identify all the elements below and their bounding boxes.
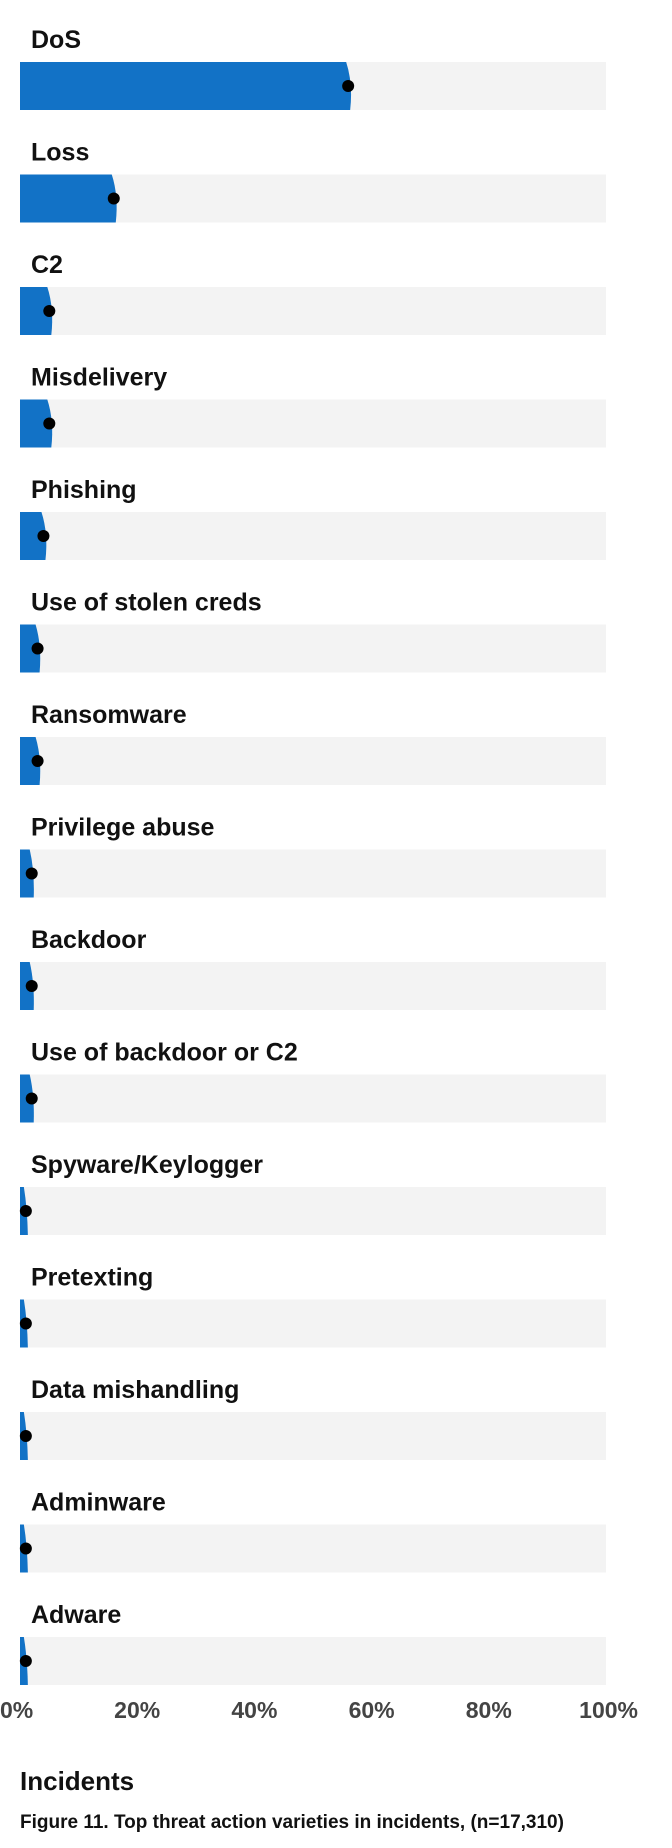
bar-marker (19, 1317, 32, 1330)
category-label: Loss (31, 139, 89, 167)
category-label: Data mishandling (31, 1376, 239, 1404)
bar-marker (37, 530, 50, 542)
bar-marker (19, 1205, 32, 1217)
bar-marker (31, 642, 44, 655)
category-label: Privilege abuse (31, 814, 215, 842)
category-label: Use of stolen creds (31, 589, 262, 617)
bar-marker (25, 980, 38, 992)
bar-marker (19, 1655, 32, 1667)
bar-marker (107, 192, 120, 205)
x-tick-label: 40% (231, 1697, 277, 1723)
chart: DoS Loss C2 Misdelivery Phishing Use of stole… (0, 26, 638, 1723)
figure-caption: Figure 11. Top threat action varieties i… (20, 1812, 564, 1833)
bar-track (20, 849, 606, 898)
category-label: Ransomware (31, 701, 187, 729)
category-label: Pretexting (31, 1264, 153, 1292)
category-label: Adware (31, 1601, 121, 1629)
bar-track (20, 287, 606, 335)
bar-marker (25, 1092, 38, 1105)
x-axis-title: Incidents (20, 1766, 135, 1796)
x-tick-label: 0% (0, 1697, 33, 1723)
bar-marker (19, 1430, 32, 1442)
bar-track (20, 1524, 606, 1573)
bar-marker (43, 305, 56, 317)
x-tick-label: 100% (579, 1697, 638, 1723)
bar-marker (25, 867, 38, 880)
bar-track (20, 1187, 606, 1235)
bar-marker (31, 755, 44, 767)
bar (20, 62, 352, 110)
category-label: Spyware/Keylogger (31, 1151, 263, 1179)
x-tick-label: 60% (349, 1697, 395, 1723)
bar-track (20, 512, 606, 560)
category-label: Use of backdoor or C2 (31, 1039, 298, 1067)
category-label: Phishing (31, 476, 137, 504)
bar (20, 174, 117, 223)
bar-track (20, 962, 606, 1010)
category-label: Misdelivery (31, 364, 167, 392)
bar-marker (342, 80, 355, 92)
bar-track (20, 1074, 606, 1123)
bar-track (20, 1637, 606, 1685)
bar-track (20, 399, 606, 448)
category-label: DoS (31, 26, 81, 54)
bar-marker (43, 417, 56, 430)
bar-track (20, 1412, 606, 1460)
category-label: Backdoor (31, 926, 147, 954)
bar-track (20, 1299, 606, 1348)
category-label: C2 (31, 251, 63, 279)
bar-track (20, 624, 606, 673)
category-label: Adminware (31, 1489, 166, 1517)
x-tick-label: 20% (114, 1697, 160, 1723)
bar-track (20, 737, 606, 785)
x-tick-label: 80% (466, 1697, 512, 1723)
bar-marker (19, 1542, 32, 1555)
